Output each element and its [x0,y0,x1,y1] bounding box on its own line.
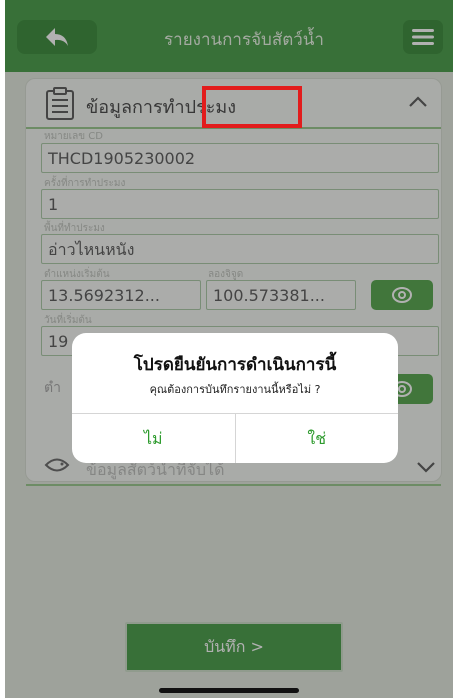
confirm-dialog: โปรดยืนยันการดำเนินการนี้ คุณต้องการบันท… [72,333,398,463]
app-screen: รายงานการจับสัตว์น้ำ ข้อมูลการทำประมง หม… [5,0,453,698]
dialog-actions: ไม่ ใช่ [72,413,398,463]
no-button[interactable]: ไม่ [72,414,236,463]
yes-button-highlight [202,86,302,128]
dialog-message: คุณต้องการบันทึกรายงานนี้หรือไม่ ? [149,383,321,396]
yes-button[interactable]: ใช่ [236,414,399,463]
dialog-title: โปรดยืนยันการดำเนินการนี้ [133,355,337,375]
home-indicator [159,688,299,693]
